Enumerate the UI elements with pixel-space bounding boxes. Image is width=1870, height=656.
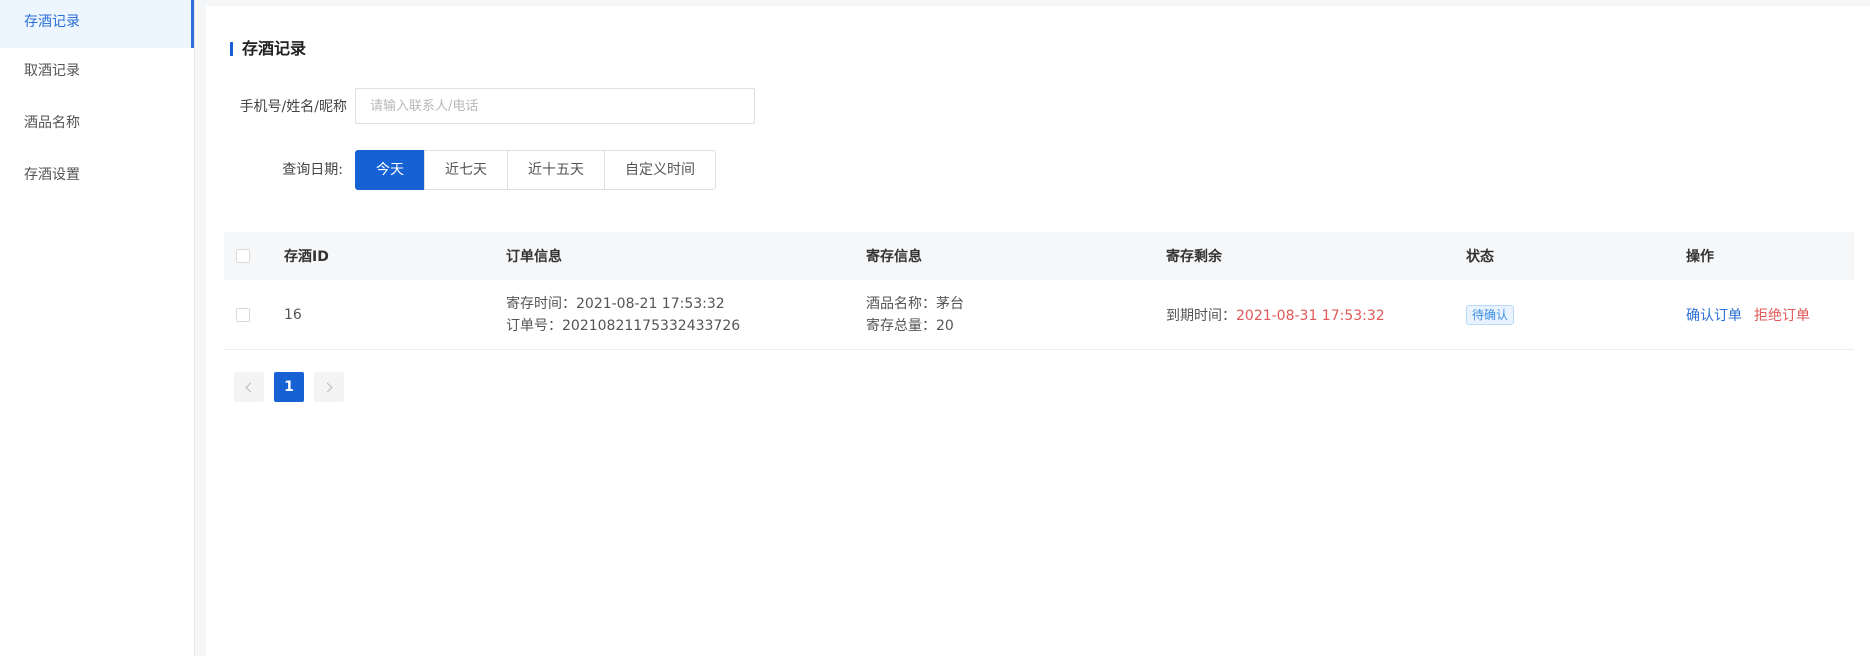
next-page-button[interactable] (314, 372, 344, 402)
column-header-remain: 寄存剩余 (1166, 249, 1222, 265)
storage-remaining: 到期时间：2021-08-31 17:53:32 (1166, 305, 1466, 325)
confirm-order-link[interactable]: 确认订单 (1686, 308, 1742, 324)
main-panel: 存酒记录 手机号/姓名/昵称 查询日期: 今天 近七天 近十五天 自定义时间 存… (206, 6, 1870, 656)
prev-page-button[interactable] (234, 372, 264, 402)
column-header-id: 存酒ID (284, 249, 329, 265)
date-range-selector: 今天 近七天 近十五天 自定义时间 (355, 150, 716, 190)
table-row: 16 寄存时间：2021-08-21 17:53:32 订单号：20210821… (224, 280, 1854, 350)
order-time: 寄存时间：2021-08-21 17:53:32 (506, 295, 725, 312)
sidebar-item-deposit-records[interactable]: 存酒记录 (0, 0, 194, 48)
column-header-ops: 操作 (1686, 249, 1714, 265)
reject-order-link[interactable]: 拒绝订单 (1754, 308, 1810, 324)
row-actions: 确认订单 拒绝订单 (1686, 305, 1854, 325)
chevron-left-icon (245, 382, 256, 392)
date-label: 查询日期: (282, 162, 343, 178)
select-all-checkbox[interactable] (236, 249, 250, 263)
status-badge: 待确认 (1466, 304, 1515, 325)
order-number: 订单号：20210821175332433726 (506, 317, 741, 334)
search-input[interactable] (355, 88, 755, 124)
column-header-store: 寄存信息 (866, 249, 922, 265)
date-option-7days[interactable]: 近七天 (424, 150, 508, 190)
table-header: 存酒ID 订单信息 寄存信息 寄存剩余 状态 操作 (224, 232, 1854, 280)
sidebar-item-wine-names[interactable]: 酒品名称 (0, 100, 194, 152)
column-header-status: 状态 (1466, 249, 1494, 265)
storage-info: 酒品名称：茅台 寄存总量：20 (866, 293, 1166, 337)
order-info: 寄存时间：2021-08-21 17:53:32 订单号：20210821175… (506, 293, 866, 337)
expire-label: 到期时间： (1166, 307, 1236, 324)
chevron-right-icon (322, 382, 333, 392)
page-title: 存酒记录 (230, 38, 306, 60)
pagination: 1 (234, 372, 354, 402)
column-header-order: 订单信息 (506, 249, 562, 265)
storage-total: 寄存总量：20 (866, 317, 954, 334)
sidebar-item-withdraw-records[interactable]: 取酒记录 (0, 48, 194, 100)
expire-time: 2021-08-31 17:53:32 (1236, 307, 1385, 324)
sidebar: 存酒记录 取酒记录 酒品名称 存酒设置 (0, 0, 195, 656)
deposit-table: 存酒ID 订单信息 寄存信息 寄存剩余 状态 操作 16 寄存时间：2021-0… (224, 232, 1854, 350)
search-label: 手机号/姓名/昵称 (239, 99, 347, 115)
date-option-today[interactable]: 今天 (355, 150, 425, 190)
row-checkbox[interactable] (236, 307, 250, 322)
date-option-15days[interactable]: 近十五天 (507, 150, 605, 190)
date-option-custom[interactable]: 自定义时间 (604, 150, 716, 190)
wine-name: 酒品名称：茅台 (866, 295, 964, 312)
deposit-id: 16 (284, 306, 302, 323)
sidebar-item-deposit-settings[interactable]: 存酒设置 (0, 152, 194, 204)
page-number-button[interactable]: 1 (274, 372, 304, 402)
